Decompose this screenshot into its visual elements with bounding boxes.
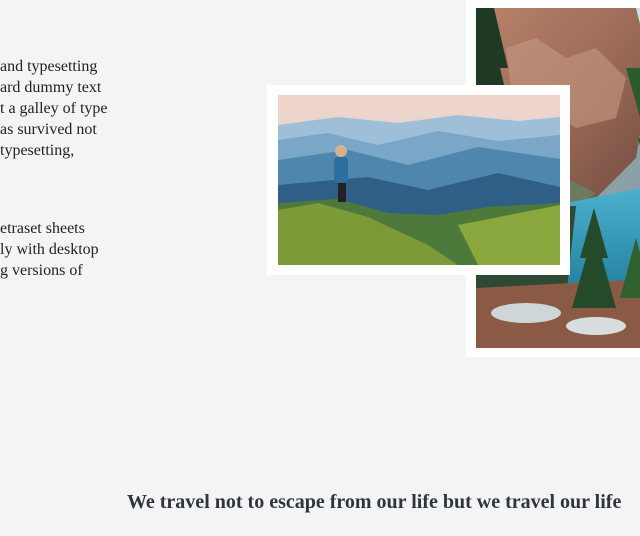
text-line: t a galley of type bbox=[0, 100, 108, 117]
text-line: as survived not bbox=[0, 121, 97, 138]
intro-paragraph-1: and typesetting ard dummy text t a galle… bbox=[0, 56, 120, 161]
text-line: ard dummy text bbox=[0, 79, 102, 96]
text-line: g versions of bbox=[0, 262, 83, 279]
photo-frame-hiker bbox=[267, 85, 570, 275]
text-line: etraset sheets bbox=[0, 220, 85, 237]
text-line: ly with desktop bbox=[0, 241, 99, 258]
intro-paragraph-2: etraset sheets ly with desktop g version… bbox=[0, 218, 120, 281]
text-line: typesetting, bbox=[0, 142, 75, 159]
hiker-photo bbox=[278, 95, 560, 265]
text-line: and typesetting bbox=[0, 58, 98, 75]
travel-quote: We travel not to escape from our life bu… bbox=[127, 491, 622, 513]
